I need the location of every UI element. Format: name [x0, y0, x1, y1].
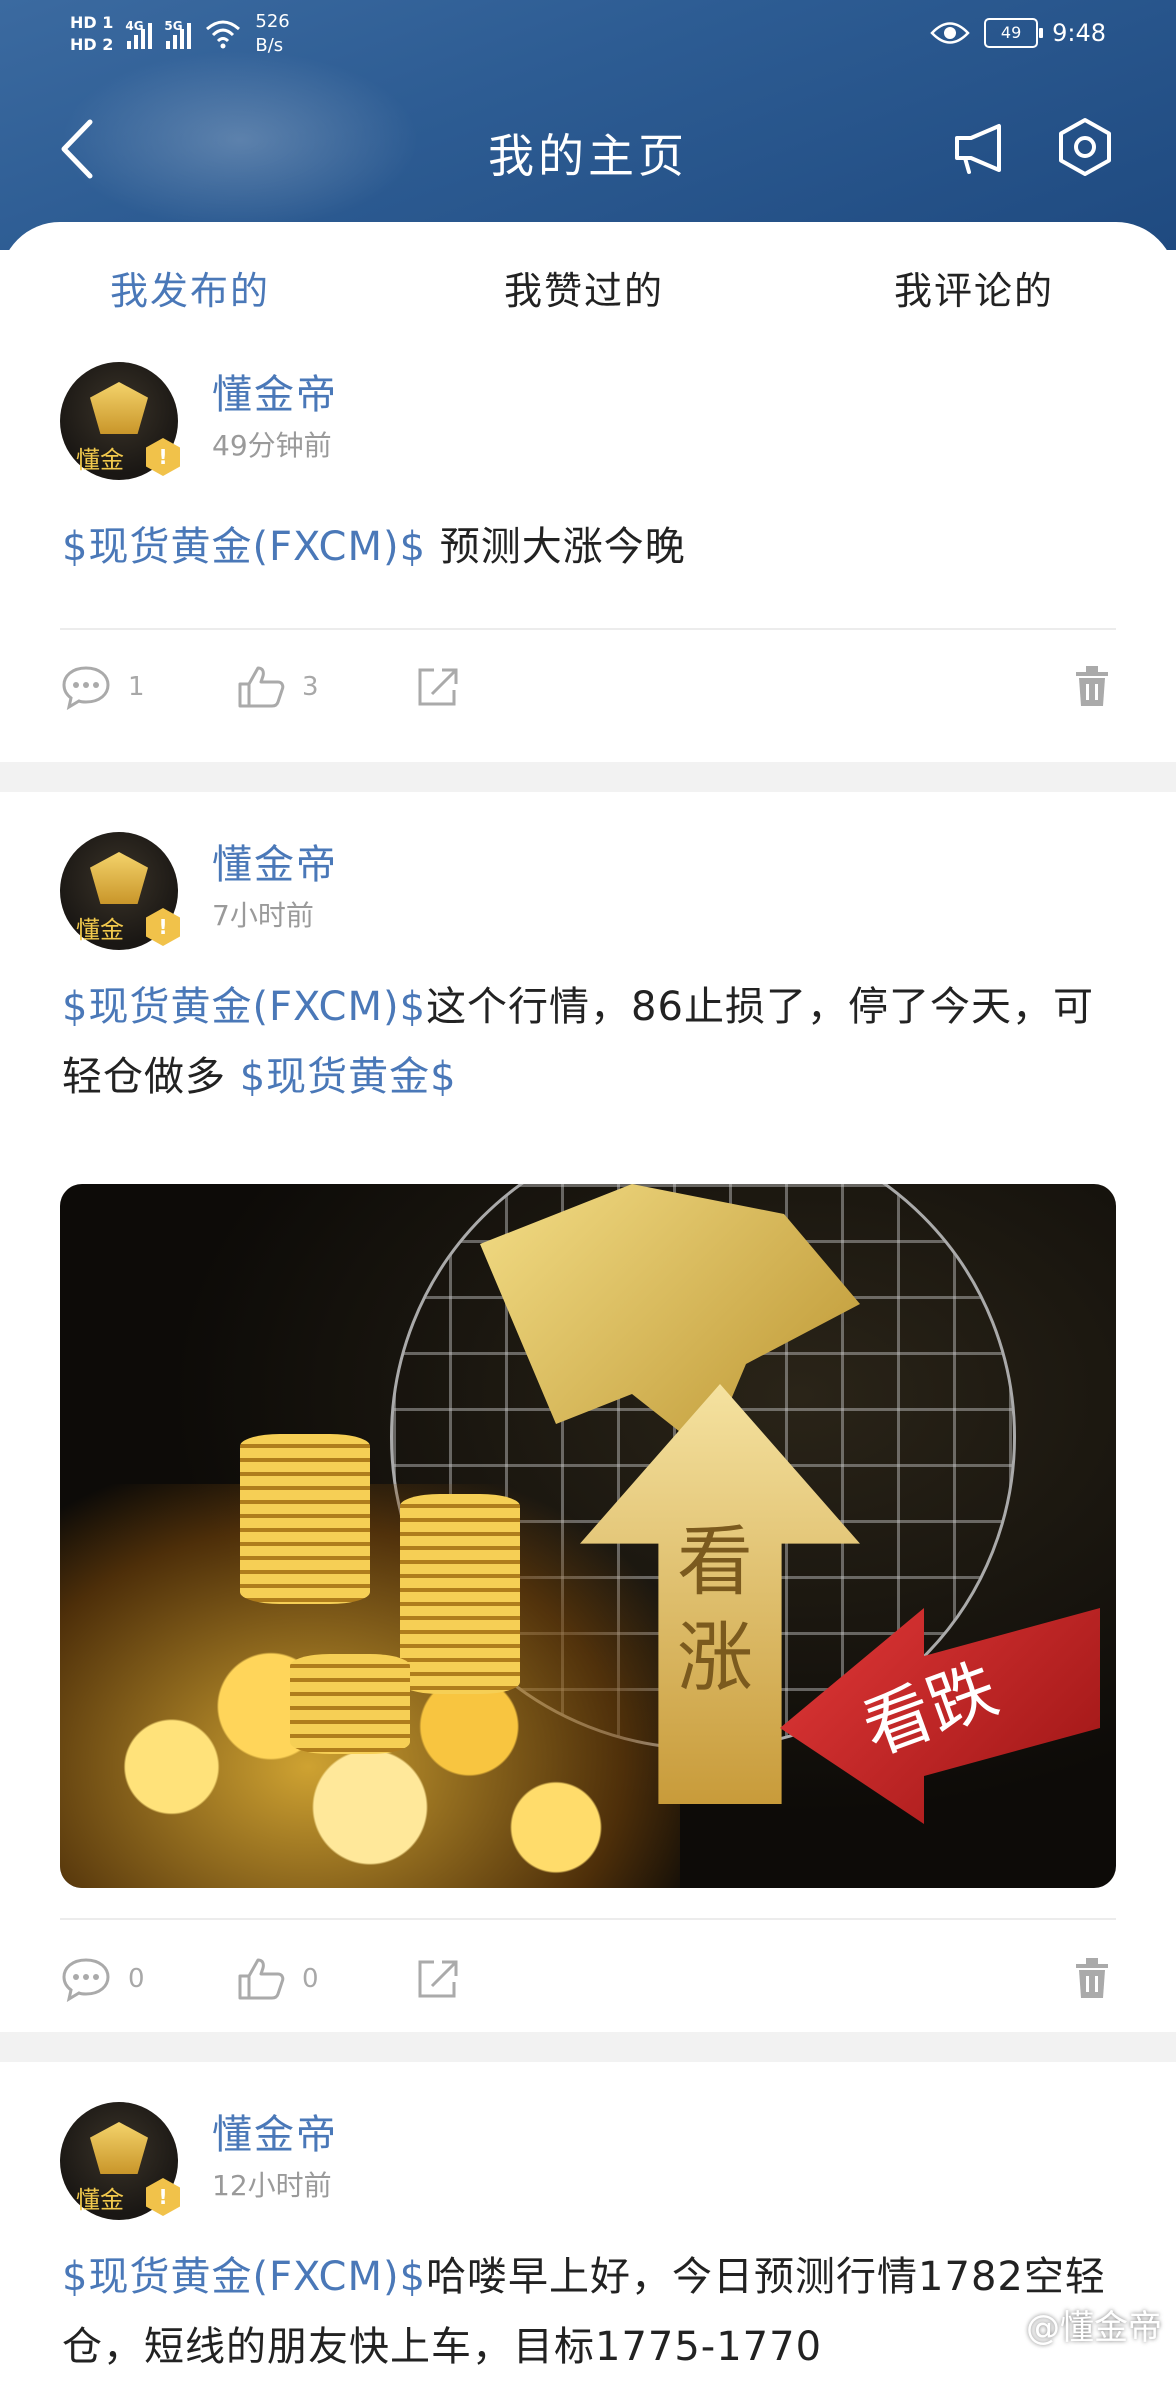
- delete-button[interactable]: [1072, 664, 1112, 708]
- divider: [60, 628, 1116, 630]
- tab-liked[interactable]: 我赞过的: [504, 260, 664, 315]
- comment-icon: [62, 666, 110, 710]
- avatar-label: 懂金: [76, 916, 124, 944]
- post-time: 7小时前: [212, 899, 314, 932]
- battery-icon: 49: [984, 18, 1044, 48]
- avatar[interactable]: 懂金 !: [60, 2102, 180, 2220]
- verified-badge-icon: !: [146, 438, 180, 476]
- post-card: 懂金 ! 懂金帝 49分钟前 $现货黄金(FXCM)$ 预测大涨今晚 1 3: [0, 352, 1176, 752]
- eye-icon: [930, 22, 970, 44]
- avatar[interactable]: 懂金 !: [60, 832, 180, 950]
- trash-icon: [1076, 1958, 1108, 1998]
- crest-logo: [90, 852, 148, 904]
- post-tag-link-2[interactable]: $现货黄金$: [240, 1054, 457, 1100]
- comment-icon: [62, 1958, 110, 2002]
- post-card: 懂金 ! 懂金帝 12小时前 $现货黄金(FXCM)$哈喽早上好，今日预测行情1…: [0, 2062, 1176, 2400]
- hd-indicators: HD 1 HD 2: [70, 12, 113, 56]
- crest-logo: [90, 2122, 148, 2174]
- post-time: 49分钟前: [212, 429, 332, 462]
- coin-stack: [290, 1654, 410, 1754]
- post-text[interactable]: $现货黄金(FXCM)$这个行情，86止损了，停了今天，可轻仓做多 $现货黄金$: [62, 972, 1122, 1112]
- comment-button[interactable]: 0: [60, 1956, 145, 2002]
- section-gap: [0, 762, 1176, 792]
- share-icon: [418, 1960, 458, 1998]
- verified-badge-icon: !: [146, 908, 180, 946]
- weibo-logo-icon: [992, 2315, 1018, 2337]
- post-actions: 1 3: [0, 664, 1176, 724]
- net-speed: 526 B/s: [255, 10, 289, 58]
- tab-bar: 我发布的 我赞过的 我评论的: [0, 222, 1176, 352]
- avatar-label: 懂金: [76, 2186, 124, 2214]
- post-tag-link[interactable]: $现货黄金(FXCM)$: [62, 524, 426, 570]
- section-gap: [0, 2032, 1176, 2062]
- share-icon: [418, 668, 458, 706]
- wifi-icon: [206, 20, 241, 49]
- like-count: 0: [302, 1964, 319, 1994]
- post-card: 懂金 ! 懂金帝 7小时前 $现货黄金(FXCM)$这个行情，86止损了，停了今…: [0, 792, 1176, 2032]
- clock: 9:48: [1052, 19, 1106, 47]
- post-image[interactable]: 看涨 看跌: [60, 1184, 1116, 1888]
- signal-4g-icon: 4G: [125, 19, 153, 49]
- net1-label: 4G: [125, 19, 144, 33]
- comment-count: 1: [128, 672, 145, 702]
- author-name[interactable]: 懂金帝: [212, 362, 338, 420]
- share-button[interactable]: [414, 1956, 462, 2002]
- post-body: 预测大涨今晚: [439, 524, 686, 570]
- share-button[interactable]: [414, 664, 462, 710]
- thumbs-up-icon: [238, 666, 285, 708]
- avatar-label: 懂金: [76, 446, 124, 474]
- like-count: 3: [302, 672, 319, 702]
- crest-logo: [90, 382, 148, 434]
- thumbs-up-icon: [238, 1958, 285, 2000]
- divider: [60, 1918, 1116, 1920]
- author-name[interactable]: 懂金帝: [212, 2102, 338, 2160]
- verified-badge-icon: !: [146, 2178, 180, 2216]
- net-speed-value: 526: [255, 11, 290, 32]
- author-name[interactable]: 懂金帝: [212, 832, 338, 890]
- post-tag-link[interactable]: $现货黄金(FXCM)$: [62, 2254, 426, 2300]
- avatar[interactable]: 懂金 !: [60, 362, 180, 480]
- coin-stack: [400, 1494, 520, 1694]
- like-button[interactable]: 3: [236, 664, 319, 710]
- hd1-label: HD 1: [70, 13, 114, 32]
- trash-icon: [1076, 666, 1108, 706]
- status-bar: HD 1 HD 2 4G 5G 526 B/s 49 9:48: [0, 0, 1176, 72]
- comment-button[interactable]: 1: [60, 664, 145, 710]
- megaphone-icon[interactable]: [951, 118, 1011, 178]
- tab-commented[interactable]: 我评论的: [894, 260, 1054, 315]
- battery-level: 49: [1000, 23, 1022, 42]
- tab-my-posts[interactable]: 我发布的: [110, 260, 270, 315]
- like-button[interactable]: 0: [236, 1956, 319, 2002]
- hd2-label: HD 2: [70, 35, 114, 54]
- post-text[interactable]: $现货黄金(FXCM)$哈喽早上好，今日预测行情1782空轻仓，短线的朋友快上车…: [62, 2242, 1122, 2382]
- delete-button[interactable]: [1072, 1956, 1112, 2000]
- image-text-up: 看涨: [677, 1517, 753, 1702]
- watermark-text: @懂金帝: [1026, 2308, 1162, 2348]
- coin-stack: [240, 1434, 370, 1604]
- content-panel: 我发布的 我赞过的 我评论的 懂金 ! 懂金帝 49分钟前 $现货黄金(FXCM…: [0, 222, 1176, 2400]
- post-actions: 0 0: [0, 1956, 1176, 2016]
- post-text[interactable]: $现货黄金(FXCM)$ 预测大涨今晚: [62, 512, 1122, 582]
- header: HD 1 HD 2 4G 5G 526 B/s 49 9:48 我的主页: [0, 0, 1176, 250]
- watermark: @懂金帝: [990, 2300, 1162, 2349]
- signal-5g-icon: 5G: [164, 19, 192, 49]
- post-time: 12小时前: [212, 2169, 332, 2202]
- comment-count: 0: [128, 1964, 145, 1994]
- net2-label: 5G: [164, 19, 183, 33]
- nav-bar: 我的主页: [0, 100, 1176, 196]
- post-tag-link[interactable]: $现货黄金(FXCM)$: [62, 984, 426, 1030]
- settings-hexagon-icon[interactable]: [1054, 116, 1116, 178]
- net-speed-unit: B/s: [255, 35, 284, 56]
